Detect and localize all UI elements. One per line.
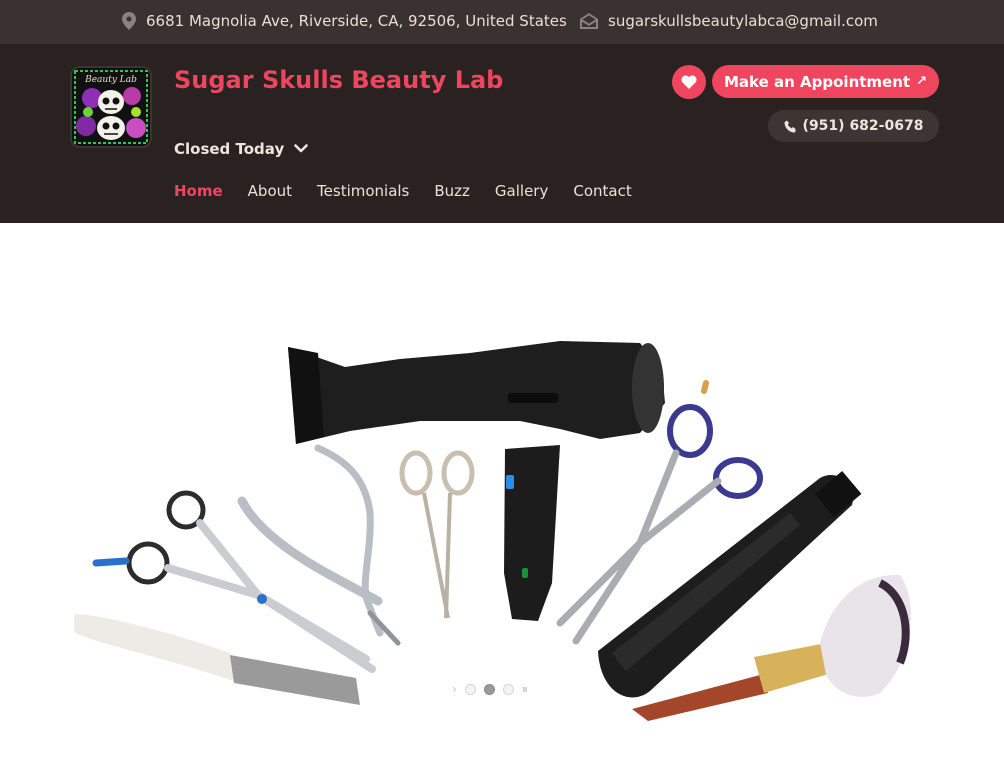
address-text: 6681 Magnolia Ave, Riverside, CA, 92506,… (146, 12, 567, 30)
nav-testimonials[interactable]: Testimonials (317, 182, 409, 200)
main-nav: Home About Testimonials Buzz Gallery Con… (174, 182, 632, 200)
slide-dot-3[interactable] (502, 683, 514, 695)
site-header: Beauty Lab Sugar Skulls Beauty Lab Close… (0, 44, 1004, 223)
nav-contact[interactable]: Contact (573, 182, 631, 200)
chevron-down-icon (294, 144, 309, 153)
slide-dot-2[interactable] (483, 683, 495, 695)
email-item[interactable]: sugarskullsbeautylabca@gmail.com (580, 12, 878, 30)
logo-lettering: Beauty Lab (84, 75, 137, 85)
nav-about[interactable]: About (248, 182, 292, 200)
nav-home[interactable]: Home (174, 182, 223, 200)
phone-button[interactable]: (951) 682-0678 (768, 110, 939, 142)
nav-buzz[interactable]: Buzz (434, 182, 470, 200)
brand-name[interactable]: Sugar Skulls Beauty Lab (174, 66, 503, 94)
heart-icon (681, 75, 697, 89)
favorite-button[interactable] (672, 65, 706, 99)
brand-logo[interactable]: Beauty Lab (70, 66, 152, 148)
top-contact-bar: 6681 Magnolia Ave, Riverside, CA, 92506,… (0, 0, 1004, 44)
slider-pagination: › ⏸ (452, 683, 528, 695)
address-item[interactable]: 6681 Magnolia Ave, Riverside, CA, 92506,… (122, 12, 567, 30)
next-slide-icon[interactable]: › (452, 683, 457, 695)
slide-dot-1[interactable] (464, 683, 476, 695)
map-pin-icon (122, 12, 136, 30)
email-link[interactable]: sugarskullsbeautylabca@gmail.com (608, 12, 878, 30)
envelope-icon (580, 13, 598, 29)
appointment-label: Make an Appointment (724, 72, 911, 91)
hours-status: Closed Today (174, 140, 285, 158)
phone-icon (784, 120, 796, 132)
pause-icon[interactable]: ⏸ (522, 683, 528, 695)
hours-dropdown[interactable]: Closed Today (174, 140, 309, 158)
hero-slider[interactable]: › ⏸ (0, 223, 1004, 762)
sugar-skull-logo-icon: Beauty Lab (72, 68, 150, 146)
make-appointment-button[interactable]: Make an Appointment ↗ (712, 65, 939, 98)
phone-number: (951) 682-0678 (802, 118, 924, 134)
salon-tools-image (74, 341, 911, 721)
nav-gallery[interactable]: Gallery (495, 182, 548, 200)
external-arrow-icon: ↗ (916, 74, 927, 89)
